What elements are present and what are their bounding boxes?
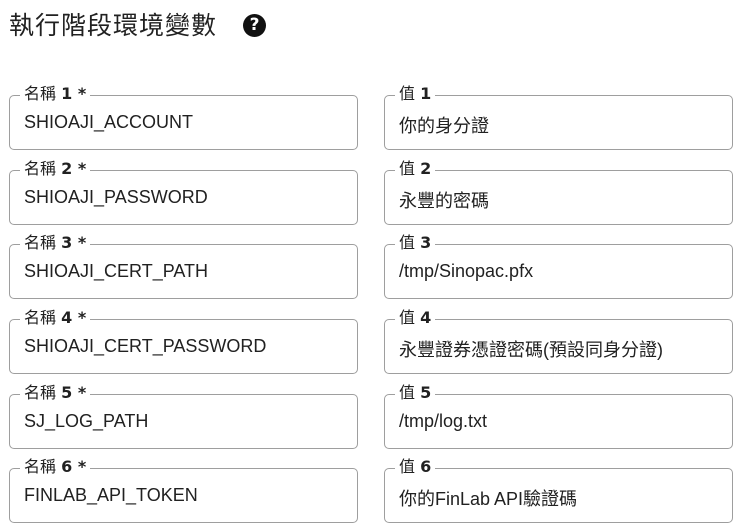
env-value-input[interactable]: 永豐的密碼 [399,187,722,213]
help-icon[interactable]: ? [243,13,267,37]
env-name-field-5[interactable]: 名稱 5 * SJ_LOG_PATH [9,383,358,449]
env-value-input[interactable]: 你的身分證 [399,112,722,138]
env-value-label: 值 6 [395,457,436,477]
env-name-field-2[interactable]: 名稱 2 * SHIOAJI_PASSWORD [9,159,358,225]
env-value-field-5[interactable]: 值 5 /tmp/log.txt [384,383,733,449]
env-name-input[interactable]: SHIOAJI_ACCOUNT [24,112,347,133]
env-name-field-3[interactable]: 名稱 3 * SHIOAJI_CERT_PATH [9,233,358,299]
env-name-label: 名稱 5 * [20,383,91,403]
env-value-label: 值 3 [395,233,436,253]
env-name-field-4[interactable]: 名稱 4 * SHIOAJI_CERT_PASSWORD [9,308,358,374]
env-name-input[interactable]: SHIOAJI_CERT_PATH [24,261,347,282]
env-name-input[interactable]: SHIOAJI_CERT_PASSWORD [24,336,347,357]
env-name-field-6[interactable]: 名稱 6 * FINLAB_API_TOKEN [9,457,358,523]
env-value-field-1[interactable]: 值 1 你的身分證 [384,84,733,150]
env-name-field-1[interactable]: 名稱 1 * SHIOAJI_ACCOUNT [9,84,358,150]
env-name-label: 名稱 2 * [20,159,91,179]
env-name-input[interactable]: SJ_LOG_PATH [24,411,347,432]
env-value-input[interactable]: /tmp/Sinopac.pfx [399,261,722,282]
env-name-label: 名稱 1 * [20,84,91,104]
page-title: 執行階段環境變數 [9,11,218,40]
header: 執行階段環境變數 ? [9,6,267,42]
env-value-input[interactable]: /tmp/log.txt [399,411,722,432]
env-value-label: 值 1 [395,84,436,104]
env-value-input[interactable]: 永豐證券憑證密碼(預設同身分證) [399,336,722,362]
env-name-input[interactable]: SHIOAJI_PASSWORD [24,187,347,208]
env-name-label: 名稱 3 * [20,233,91,253]
env-value-field-6[interactable]: 值 6 你的FinLab API驗證碼 [384,457,733,523]
env-value-input[interactable]: 你的FinLab API驗證碼 [399,485,722,511]
env-value-field-3[interactable]: 值 3 /tmp/Sinopac.pfx [384,233,733,299]
env-value-label: 值 4 [395,308,436,328]
env-name-input[interactable]: FINLAB_API_TOKEN [24,485,347,506]
env-value-field-4[interactable]: 值 4 永豐證券憑證密碼(預設同身分證) [384,308,733,374]
env-value-field-2[interactable]: 值 2 永豐的密碼 [384,159,733,225]
env-name-label: 名稱 4 * [20,308,91,328]
env-name-label: 名稱 6 * [20,457,91,477]
env-value-label: 值 5 [395,383,436,403]
env-value-label: 值 2 [395,159,436,179]
